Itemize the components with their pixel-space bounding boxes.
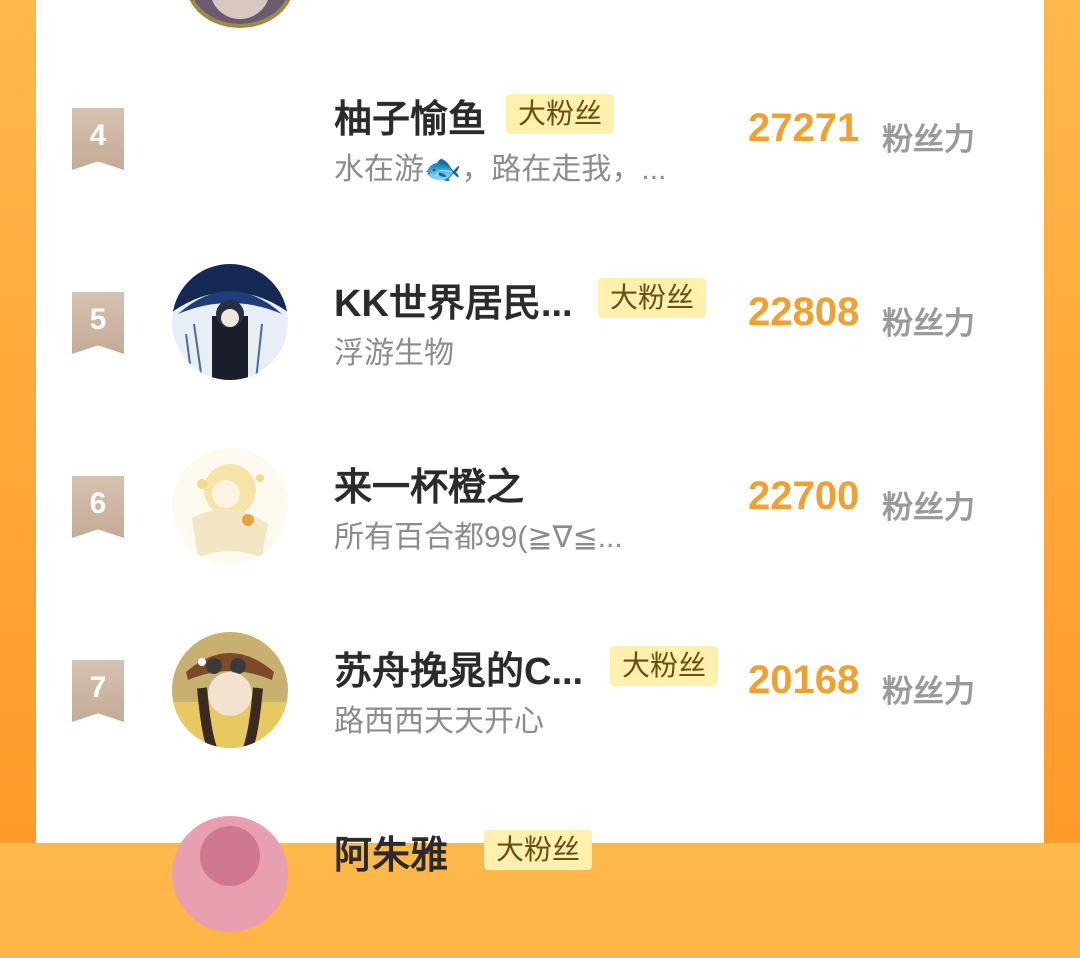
- fan-score: 22808: [748, 290, 860, 334]
- fan-level-badge: 大粉丝: [506, 94, 615, 134]
- fan-level-badge: 大粉丝: [598, 278, 707, 318]
- fan-score-unit: 粉丝力: [882, 674, 975, 709]
- user-name[interactable]: 来一杯橙之: [334, 456, 524, 511]
- rank-badge: 6: [72, 476, 124, 538]
- user-avatar[interactable]: [172, 632, 288, 748]
- ranking-row-8[interactable]: 阿朱雅 大粉丝: [36, 798, 1044, 958]
- rank-badge: 4: [72, 108, 124, 170]
- user-avatar[interactable]: [172, 816, 288, 932]
- fan-score: 20168: [748, 658, 860, 702]
- rank-badge: 5: [72, 292, 124, 354]
- user-signature: 路西西天天开心: [334, 705, 544, 738]
- ranking-row-6[interactable]: 6 来一杯橙之 所有百合都99(≧∇≦... 22700 粉丝力: [36, 430, 1044, 590]
- fan-score-unit: 粉丝力: [882, 122, 975, 157]
- ranking-row-5[interactable]: 5 KK世界居民... 大粉丝 浮游生物 22808 粉丝力: [36, 246, 1044, 406]
- user-name[interactable]: 柚子愉鱼: [334, 88, 486, 143]
- ranking-row-7[interactable]: 7 苏舟挽晁的C... 大粉丝 路西西天天开心 20168 粉丝力: [36, 614, 1044, 774]
- fan-level-badge: 大粉丝: [484, 830, 593, 870]
- user-signature: 浮游生物: [334, 337, 454, 370]
- fan-level-badge: 大粉丝: [610, 646, 719, 686]
- fan-score: 27271: [748, 106, 860, 150]
- fan-ranking-panel: 4 柚子愉鱼 大粉丝 水在游🐟，路在走我，... 27271 粉丝力 5 KK世…: [36, 0, 1044, 932]
- user-name[interactable]: 阿朱雅: [334, 824, 448, 879]
- user-name[interactable]: 苏舟挽晁的C...: [334, 640, 583, 695]
- fan-score-unit: 粉丝力: [882, 306, 975, 341]
- user-signature: 水在游🐟，路在走我，...: [334, 153, 667, 186]
- user-name[interactable]: KK世界居民...: [334, 272, 573, 327]
- ranking-row-4[interactable]: 4 柚子愉鱼 大粉丝 水在游🐟，路在走我，... 27271 粉丝力: [36, 62, 1044, 222]
- avatar-rank-3[interactable]: [186, 0, 294, 28]
- fan-score-unit: 粉丝力: [882, 490, 975, 525]
- user-avatar[interactable]: [172, 448, 288, 564]
- fan-score: 22700: [748, 474, 860, 518]
- user-avatar[interactable]: [172, 264, 288, 380]
- rank-badge: 7: [72, 660, 124, 722]
- user-signature: 所有百合都99(≧∇≦...: [334, 521, 623, 554]
